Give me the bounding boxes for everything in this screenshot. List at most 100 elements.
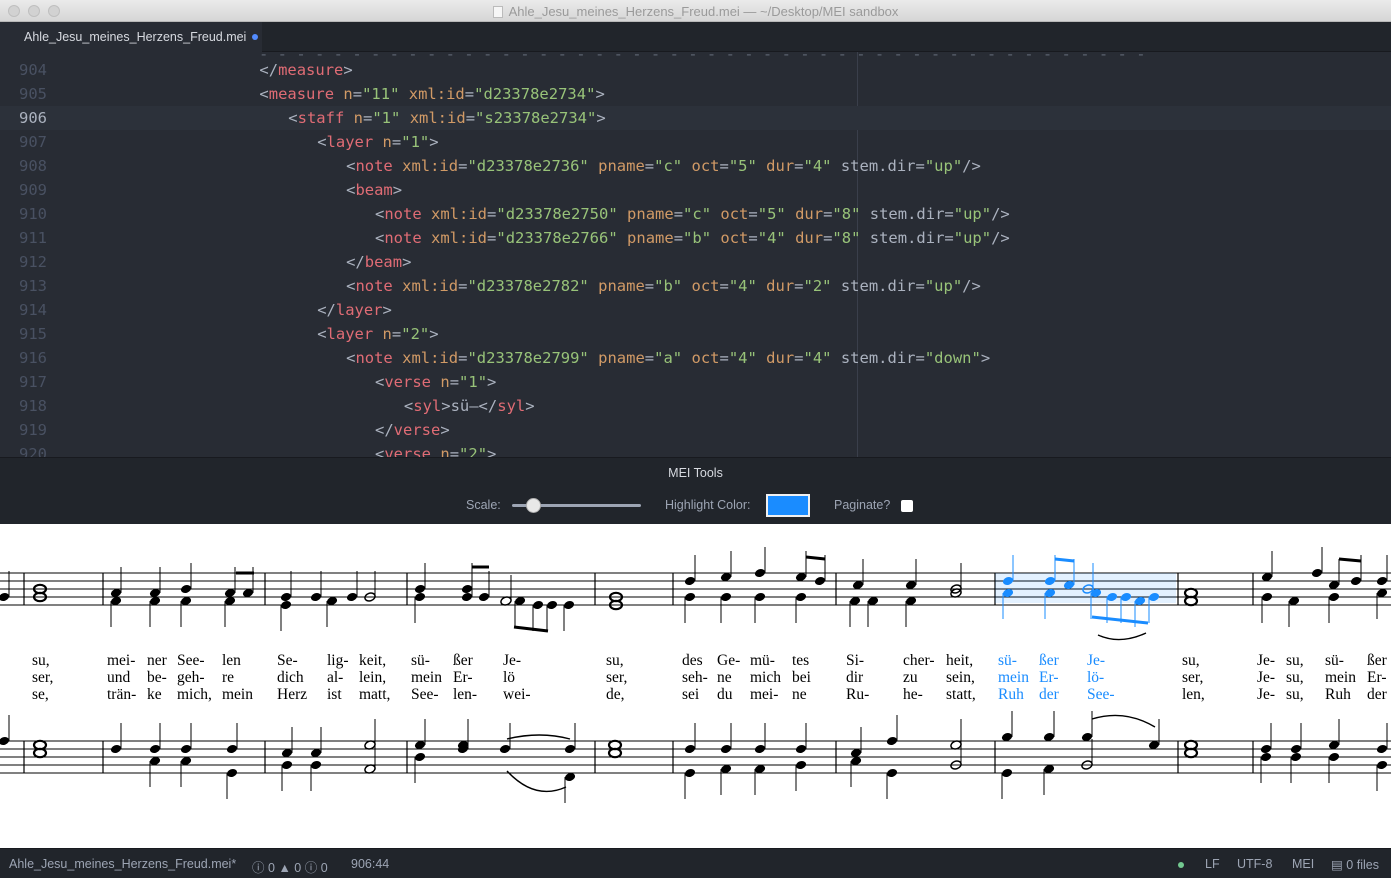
lyric-syllable: und <box>107 669 131 686</box>
quarter-note <box>564 745 576 753</box>
lyric-syllable: al- <box>327 669 343 686</box>
lyric-syllable: se, <box>32 686 49 703</box>
code-line[interactable]: 919 </verse> <box>0 418 1391 442</box>
lyric-syllable: Ge- <box>717 652 740 669</box>
code-line[interactable]: 906 <staff n="1" xml:id="s23378e2734"> <box>0 106 1391 130</box>
cursor-position[interactable]: 906:44 <box>351 857 389 871</box>
lyric-syllable: len- <box>453 686 477 703</box>
quarter-note <box>226 769 238 777</box>
code-line-text: <verse n="2"> <box>375 445 497 457</box>
staff-system-2 <box>0 711 1391 803</box>
code-line[interactable]: 907 <layer n="1"> <box>0 130 1391 154</box>
code-line-text: <layer n="1"> <box>317 133 439 151</box>
code-line[interactable]: 914 </layer> <box>0 298 1391 322</box>
grammar-selector[interactable]: MEI <box>1292 857 1314 871</box>
code-line-text: </measure> <box>259 61 353 79</box>
highlighted-measure <box>995 573 1176 603</box>
code-editor[interactable]: - - - - - - - - - - - - - - - - - - - - … <box>0 52 1391 457</box>
code-line[interactable]: 916 <note xml:id="d23378e2799" pname="a" … <box>0 346 1391 370</box>
lyric-syllable: geh- <box>177 669 205 686</box>
code-line[interactable]: 911 <note xml:id="d23378e2766" pname="b" … <box>0 226 1391 250</box>
window-titlebar: Ahle_Jesu_meines_Herzens_Freud.mei — ~/D… <box>0 0 1391 22</box>
quarter-note <box>1001 769 1013 777</box>
lyric-syllable: ne <box>717 669 732 686</box>
lyric-syllable: he- <box>903 686 923 703</box>
code-line-text: <staff n="1" xml:id="s23378e2734"> <box>288 109 606 127</box>
quarter-note <box>720 745 732 753</box>
line-number: 911 <box>19 229 47 247</box>
quarter-note <box>886 737 898 745</box>
lyric-syllable: Je- <box>1087 652 1105 669</box>
quarter-note <box>414 585 426 593</box>
file-count[interactable]: ▤ 0 files <box>1331 857 1379 872</box>
code-line[interactable]: 904 </measure> <box>0 58 1391 82</box>
window-title-text: Ahle_Jesu_meines_Herzens_Freud.mei — ~/D… <box>508 4 899 19</box>
code-line[interactable]: 909 <beam> <box>0 178 1391 202</box>
lyric-syllable: mich, <box>177 686 212 703</box>
git-status-icon <box>1178 857 1184 871</box>
quarter-note <box>281 761 293 769</box>
lyric-syllable: ser, <box>1182 669 1203 686</box>
quarter-note <box>310 761 322 769</box>
code-line[interactable]: 912 </beam> <box>0 250 1391 274</box>
quarter-note <box>1328 753 1340 761</box>
code-line[interactable]: 920 <verse n="2"> <box>0 442 1391 457</box>
line-number: 914 <box>19 301 47 319</box>
tab-bar: Ahle_Jesu_meines_Herzens_Freud.mei <box>0 22 1391 52</box>
quarter-note <box>414 593 426 601</box>
diagnostics-summary[interactable]: ⓘ 0 ▲ 0 ⓘ 0 <box>252 857 328 876</box>
code-line-text: <note xml:id="d23378e2766" pname="b" oct… <box>375 229 1010 247</box>
slur <box>1097 632 1147 641</box>
code-line[interactable]: 905 <measure n="11" xml:id="d23378e2734"> <box>0 82 1391 106</box>
quarter-note <box>814 577 826 585</box>
quarter-note <box>280 601 292 609</box>
lyric-syllable: bei <box>792 669 812 686</box>
lyric-syllable: sü- <box>1325 652 1344 669</box>
quarter-note <box>226 745 238 753</box>
scale-label: Scale: <box>466 498 501 512</box>
encoding-selector[interactable]: UTF-8 <box>1237 857 1272 871</box>
quarter-note <box>795 745 807 753</box>
beam <box>513 625 549 633</box>
lyric-syllable: trän- <box>107 686 136 703</box>
quarter-note <box>149 745 161 753</box>
file-count-label: 0 files <box>1346 858 1379 872</box>
lyric-syllable: Ru- <box>846 686 869 703</box>
tab-active-file[interactable]: Ahle_Jesu_meines_Herzens_Freud.mei <box>0 22 262 52</box>
code-line-text: <layer n="2"> <box>317 325 439 343</box>
quarter-note <box>180 585 192 593</box>
lyric-syllable: Er- <box>453 669 472 686</box>
paginate-checkbox[interactable] <box>901 500 913 512</box>
info-count: 0 <box>320 861 328 875</box>
paginate-label: Paginate? <box>834 498 891 512</box>
lyric-syllable: su, <box>1286 686 1304 703</box>
code-line[interactable]: 917 <verse n="1"> <box>0 370 1391 394</box>
lyric-syllable: su, <box>1182 652 1200 669</box>
tab-label: Ahle_Jesu_meines_Herzens_Freud.mei <box>24 30 247 44</box>
lyric-syllable: su, <box>606 652 624 669</box>
code-line[interactable]: 915 <layer n="2"> <box>0 322 1391 346</box>
quarter-note <box>478 593 490 601</box>
scale-slider-handle[interactable] <box>526 498 541 513</box>
code-line[interactable]: 913 <note xml:id="d23378e2782" pname="b" … <box>0 274 1391 298</box>
quarter-note <box>1376 745 1388 753</box>
quarter-note <box>1260 753 1272 761</box>
status-file-path[interactable]: Ahle_Jesu_meines_Herzens_Freud.mei* <box>9 857 236 871</box>
lyric-syllable: lö- <box>1087 669 1104 686</box>
code-line[interactable]: 908 <note xml:id="d23378e2736" pname="c" … <box>0 154 1391 178</box>
lyric-syllable: seh- <box>682 669 708 686</box>
code-line[interactable]: 910 <note xml:id="d23378e2750" pname="c" … <box>0 202 1391 226</box>
slur <box>506 734 571 740</box>
line-ending-selector[interactable]: LF <box>1205 857 1220 871</box>
quarter-note <box>684 593 696 601</box>
code-line-text: <beam> <box>346 181 403 199</box>
highlight-color-picker[interactable] <box>766 494 810 517</box>
lyric-syllable: mei- <box>107 652 135 669</box>
code-line[interactable]: 918 <syl>sü–</syl> <box>0 394 1391 418</box>
lyric-syllable: mei- <box>750 686 778 703</box>
mei-tools-toolbar: Scale: Highlight Color: Paginate? <box>0 487 1391 524</box>
lyric-syllable: Je- <box>1257 686 1275 703</box>
lyric-syllable: be- <box>147 669 167 686</box>
lyric-syllable: lig- <box>327 652 349 669</box>
code-line-text: </layer> <box>317 301 392 319</box>
